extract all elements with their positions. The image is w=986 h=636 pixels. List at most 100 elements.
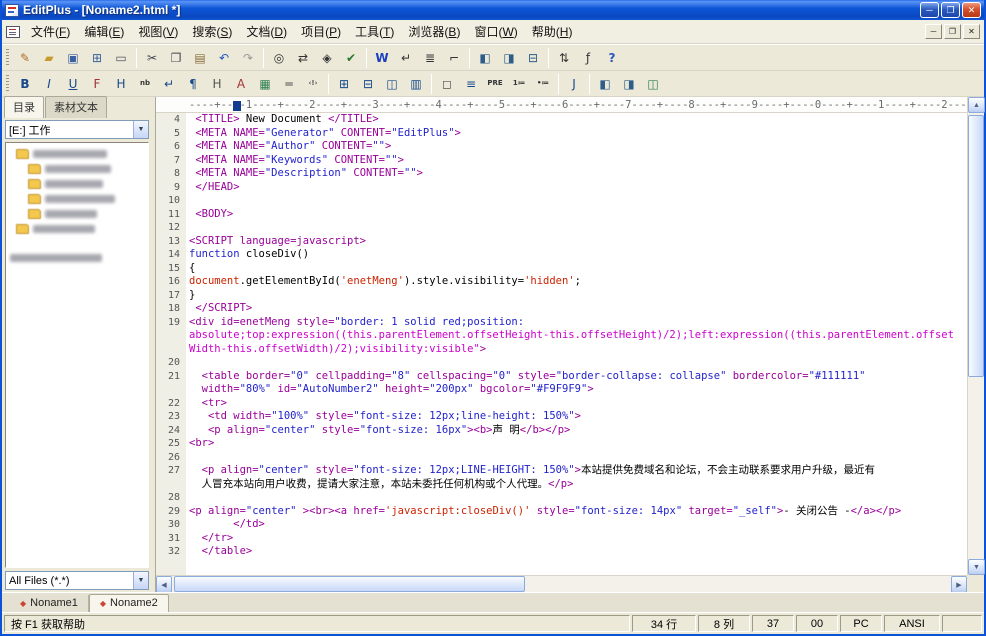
tree-item-blurred[interactable] — [6, 206, 148, 221]
code-line[interactable]: 人冒充本站向用户收费，提请大家注意，本站未委托任何机构或个人代理。</p> — [156, 478, 967, 492]
menu-search[interactable]: 搜索(S) — [185, 20, 239, 43]
table-row-button[interactable]: ⊟ — [356, 73, 380, 95]
code-line[interactable]: 8 <META NAME="Description" CONTENT=""> — [156, 167, 967, 181]
undo-button[interactable]: ↶ — [212, 47, 236, 69]
table-button[interactable]: ⊞ — [332, 73, 356, 95]
center-button[interactable]: ≡ — [459, 73, 483, 95]
close-document-button[interactable]: ✕ — [963, 24, 980, 39]
code-line[interactable]: 18 </SCRIPT> — [156, 302, 967, 316]
code-area[interactable]: 4 <TITLE> New Document </TITLE>5 <META N… — [156, 113, 967, 575]
open-file-button[interactable]: ▰ — [37, 47, 61, 69]
code-line[interactable]: 19<div id=enetMeng style="border: 1 soli… — [156, 316, 967, 330]
document-tab-noname2[interactable]: ◆Noname2 — [89, 594, 169, 612]
code-line[interactable]: 5 <META NAME="Generator" CONTENT="EditPl… — [156, 127, 967, 141]
split-pane-button[interactable]: ◫ — [641, 73, 665, 95]
close-button[interactable]: ✕ — [962, 2, 981, 18]
menu-project[interactable]: 项目(P) — [294, 20, 348, 43]
horizontal-scrollbar[interactable]: ◀ ▶ — [156, 575, 967, 592]
copy-button[interactable]: ❐ — [164, 47, 188, 69]
browser-preview-button[interactable]: W — [370, 47, 394, 69]
word-wrap-button[interactable]: ↵ — [394, 47, 418, 69]
code-line[interactable]: 15{ — [156, 262, 967, 276]
tree-item-blurred[interactable] — [6, 221, 148, 236]
heading-button[interactable]: H — [109, 73, 133, 95]
output-window-button[interactable]: ⊟ — [521, 47, 545, 69]
code-line[interactable]: 6 <META NAME="Author" CONTENT=""> — [156, 140, 967, 154]
comment-button[interactable]: ‹!› — [301, 73, 325, 95]
minimize-document-button[interactable]: ─ — [925, 24, 942, 39]
replace-button[interactable]: ⇄ — [291, 47, 315, 69]
code-line[interactable]: 14function closeDiv() — [156, 248, 967, 262]
code-line[interactable]: 12 — [156, 221, 967, 235]
vertical-scroll-thumb[interactable] — [968, 115, 984, 377]
code-line[interactable]: 10 — [156, 194, 967, 208]
tree-item-blurred[interactable] — [6, 146, 148, 161]
menu-browser[interactable]: 浏览器(B) — [401, 20, 467, 43]
tree-item-blurred[interactable] — [6, 191, 148, 206]
heading-tag-button[interactable]: H — [205, 73, 229, 95]
drive-selector[interactable]: [E:] 工作 ▼ — [5, 120, 149, 139]
table-cell-button[interactable]: ▥ — [404, 73, 428, 95]
new-document-button[interactable]: ✎ — [13, 47, 37, 69]
minimize-button[interactable]: ─ — [920, 2, 939, 18]
code-line[interactable]: 29<p align="center" ><br><a href='javasc… — [156, 505, 967, 519]
code-line[interactable]: 22 <tr> — [156, 397, 967, 411]
menu-document[interactable]: 文档(D) — [239, 20, 294, 43]
unordered-list-button[interactable]: •≔ — [531, 73, 555, 95]
menu-tools[interactable]: 工具(T) — [348, 20, 401, 43]
file-tree[interactable] — [5, 142, 149, 568]
horizontal-scroll-thumb[interactable] — [174, 576, 525, 592]
help-button[interactable]: ? — [600, 47, 624, 69]
sidebar-tab-directory[interactable]: 目录 — [4, 96, 44, 118]
menu-window[interactable]: 窗口(W) — [467, 20, 524, 43]
code-line[interactable]: 31 </tr> — [156, 532, 967, 546]
save-button[interactable]: ▣ — [61, 47, 85, 69]
code-line[interactable]: 4 <TITLE> New Document </TITLE> — [156, 113, 967, 127]
restore-document-button[interactable]: ❐ — [944, 24, 961, 39]
ordered-list-button[interactable]: 1≔ — [507, 73, 531, 95]
menu-view[interactable]: 视图(V) — [131, 20, 185, 43]
save-all-button[interactable]: ⊞ — [85, 47, 109, 69]
scroll-right-button[interactable]: ▶ — [951, 576, 967, 593]
find-in-files-button[interactable]: ◈ — [315, 47, 339, 69]
print-button[interactable]: ▭ — [109, 47, 133, 69]
tree-item-blurred[interactable] — [6, 176, 148, 191]
code-line[interactable]: 28 — [156, 491, 967, 505]
anchor-button[interactable]: A — [229, 73, 253, 95]
bold-button[interactable]: B — [13, 73, 37, 95]
ruler-toggle-button[interactable]: ⌐ — [442, 47, 466, 69]
file-filter-selector[interactable]: All Files (*.*) ▼ — [5, 571, 149, 590]
italic-button[interactable]: I — [37, 73, 61, 95]
dropdown-arrow-icon[interactable]: ▼ — [133, 121, 148, 138]
scroll-left-button[interactable]: ◀ — [156, 576, 172, 593]
code-line[interactable]: 20 — [156, 356, 967, 370]
sidebar-tab-cliptext[interactable]: 素材文本 — [45, 96, 107, 118]
vertical-scroll-track[interactable] — [968, 113, 984, 559]
preformatted-button[interactable]: PRE — [483, 73, 507, 95]
line-numbers-button[interactable]: ≣ — [418, 47, 442, 69]
table-header-button[interactable]: ◫ — [380, 73, 404, 95]
dropdown-arrow-icon[interactable]: ▼ — [133, 572, 148, 589]
code-line[interactable]: 21 <table border="0" cellpadding="8" cel… — [156, 370, 967, 384]
scroll-down-button[interactable]: ▼ — [968, 559, 985, 575]
code-line[interactable]: 23 <td width="100%" style="font-size: 12… — [156, 410, 967, 424]
font-button[interactable]: F — [85, 73, 109, 95]
code-line[interactable]: 25<br> — [156, 437, 967, 451]
code-line[interactable]: 13<SCRIPT language=javascript> — [156, 235, 967, 249]
cliptext-window-button[interactable]: ◨ — [497, 47, 521, 69]
code-line[interactable]: 16document.getElementById('enetMeng').st… — [156, 275, 967, 289]
div-tag-button[interactable]: ◻ — [435, 73, 459, 95]
directory-pane-button[interactable]: ◧ — [593, 73, 617, 95]
spell-check-button[interactable]: ✔ — [339, 47, 363, 69]
underline-button[interactable]: U — [61, 73, 85, 95]
find-button[interactable]: ◎ — [267, 47, 291, 69]
sort-button[interactable]: ⇅ — [552, 47, 576, 69]
tree-item-blurred[interactable] — [6, 161, 148, 176]
code-line[interactable]: 17} — [156, 289, 967, 303]
line-break-button[interactable]: ↵ — [157, 73, 181, 95]
maximize-button[interactable]: ❐ — [941, 2, 960, 18]
code-line[interactable]: 11 <BODY> — [156, 208, 967, 222]
code-line[interactable]: 9 </HEAD> — [156, 181, 967, 195]
paragraph-button[interactable]: ¶ — [181, 73, 205, 95]
horizontal-rule-button[interactable]: ═ — [277, 73, 301, 95]
